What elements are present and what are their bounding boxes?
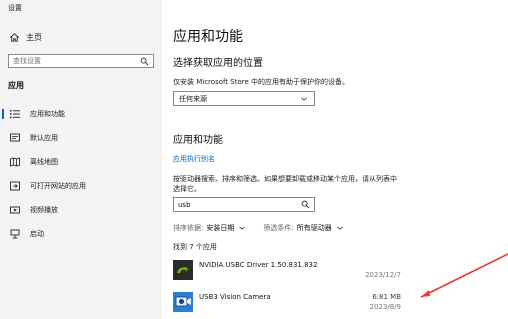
offline-maps-icon <box>8 155 22 169</box>
sidebar-item-apps-features[interactable]: 应用和功能 <box>2 105 158 123</box>
search-icon <box>139 56 149 66</box>
settings-search[interactable] <box>8 54 154 68</box>
sort-by-label: 排序依据: <box>173 224 204 232</box>
filter-by-value: 所有驱动器 <box>296 224 332 232</box>
app-execution-aliases-link[interactable]: 应用执行别名 <box>173 154 215 164</box>
chevron-down-icon <box>237 223 247 233</box>
app-source-dropdown[interactable]: 任何来源 <box>173 91 315 106</box>
app-source-dropdown-value: 任何来源 <box>179 94 207 103</box>
apps-section-heading: 应用和功能 <box>173 135 223 146</box>
found-apps-count: 找到 7 个应用 <box>173 243 217 251</box>
app-install-date: 2023/12/7 <box>365 271 401 279</box>
home-icon <box>8 31 20 43</box>
search-icon <box>300 200 310 210</box>
sidebar-item-label: 应用和功能 <box>30 110 65 118</box>
apps-search-box[interactable] <box>173 197 315 212</box>
sort-filter-row: 排序依据: 安装日期 筛选条件: 所有驱动器 <box>173 223 345 233</box>
default-apps-icon <box>8 131 22 145</box>
sidebar-item-label: 视频播放 <box>30 206 58 214</box>
sort-by-value: 安装日期 <box>206 224 235 232</box>
app-meta: 2023/12/7 <box>365 270 401 280</box>
home-nav-item[interactable]: 主页 <box>8 30 42 44</box>
video-playback-icon <box>8 203 22 217</box>
sidebar-item-default-apps[interactable]: 默认应用 <box>8 129 158 147</box>
sidebar-item-label: 可打开网站的应用 <box>30 182 86 190</box>
app-list-item[interactable]: NVIDIA USBC Driver 1.50.831.832 2023/12/… <box>173 260 401 286</box>
apps-section-description: 按驱动器搜索、排序和筛选。如果想要卸载或移动某个应用，请从列表中选择它。 <box>173 175 397 193</box>
app-name: USB3 Vision Camera <box>199 293 271 301</box>
app-list-item[interactable]: USB3 Vision Camera 6.81 MB 2023/8/9 <box>173 292 401 318</box>
app-meta: 6.81 MB 2023/8/9 <box>370 292 401 312</box>
nvidia-icon <box>173 260 193 280</box>
sidebar-item-label: 默认应用 <box>30 134 58 142</box>
sort-by-control[interactable]: 排序依据: 安装日期 <box>173 223 247 233</box>
filter-by-control[interactable]: 筛选条件: 所有驱动器 <box>263 223 344 233</box>
source-section-heading: 选择获取应用的位置 <box>173 58 263 69</box>
window-title: 设置 <box>8 4 22 12</box>
section-label-apps: 应用 <box>8 81 24 90</box>
sidebar-item-label: 启动 <box>30 230 44 238</box>
apps-for-websites-icon <box>8 179 22 193</box>
app-name: NVIDIA USBC Driver 1.50.831.832 <box>199 261 318 269</box>
page-title: 应用和功能 <box>173 29 243 45</box>
settings-search-input[interactable] <box>13 57 133 65</box>
app-size: 6.81 MB <box>372 293 401 301</box>
sidebar-item-startup[interactable]: 启动 <box>8 225 158 243</box>
usb-camera-icon <box>173 292 193 312</box>
startup-icon <box>8 227 22 241</box>
apps-features-icon <box>8 107 22 121</box>
sidebar-item-label: 离线地图 <box>30 158 58 166</box>
sidebar-item-video-playback[interactable]: 视频播放 <box>8 201 158 219</box>
filter-by-label: 筛选条件: <box>263 224 294 232</box>
app-install-date: 2023/8/9 <box>369 303 401 311</box>
sidebar-item-offline-maps[interactable]: 离线地图 <box>8 153 158 171</box>
sidebar: 设置 主页 应用 应用和功 <box>0 0 162 319</box>
chevron-down-icon <box>299 94 309 104</box>
home-label: 主页 <box>26 32 42 42</box>
apps-search-input[interactable] <box>178 200 288 209</box>
chevron-down-icon <box>335 223 345 233</box>
sidebar-item-apps-for-websites[interactable]: 可打开网站的应用 <box>8 177 158 195</box>
source-section-description: 仅安装 Microsoft Store 中的应用有助于保护你的设备。 <box>173 78 350 86</box>
main-content: 应用和功能 选择获取应用的位置 仅安装 Microsoft Store 中的应用… <box>162 0 508 319</box>
